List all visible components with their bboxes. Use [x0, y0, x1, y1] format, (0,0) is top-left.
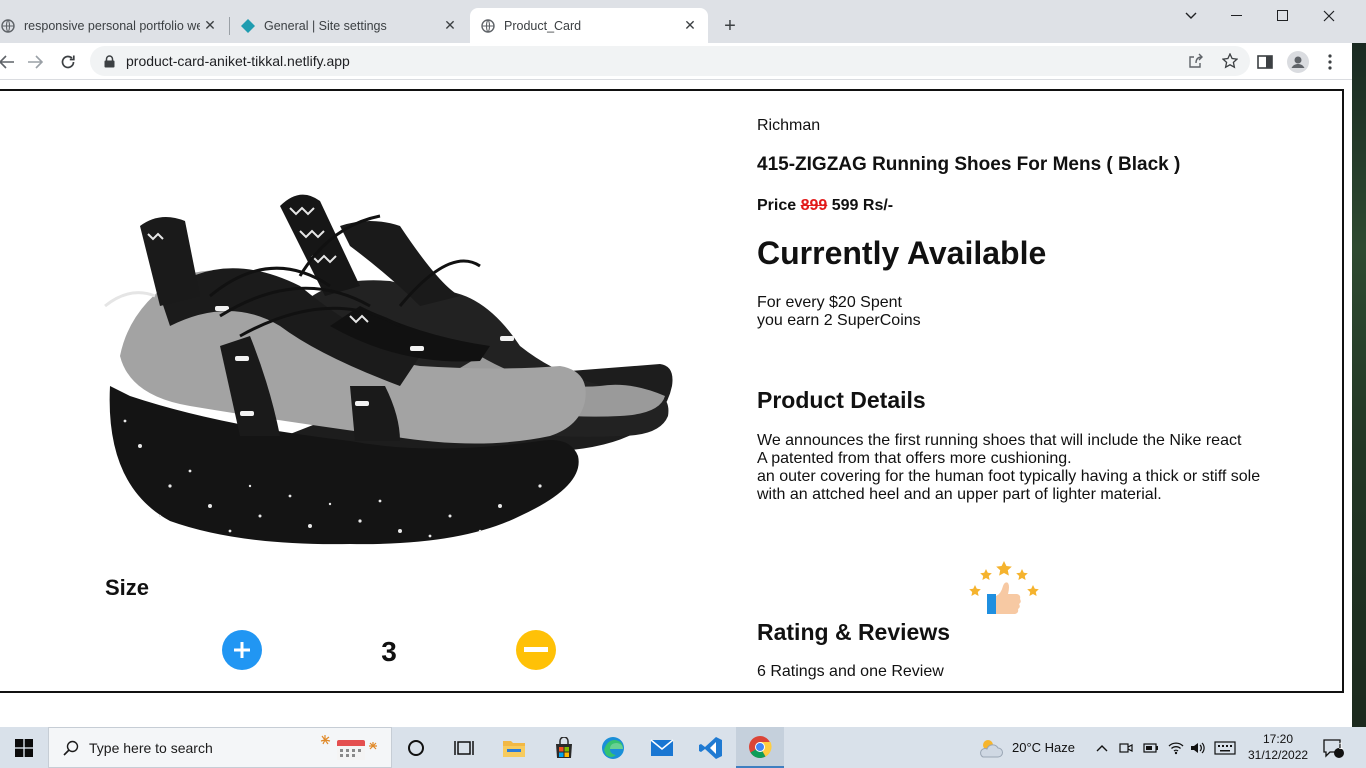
price-line: Price 899 599 Rs/- [757, 197, 893, 215]
back-arrow-icon[interactable] [0, 49, 20, 75]
battery-icon[interactable] [1143, 727, 1159, 768]
tab-search-chevron-icon[interactable] [1168, 0, 1214, 32]
browser-toolbar: product-card-aniket-tikkal.netlify.app [0, 43, 1352, 80]
globe-icon [0, 18, 16, 34]
forward-arrow-icon[interactable] [22, 49, 48, 75]
reload-icon[interactable] [55, 49, 81, 75]
close-window-icon[interactable] [1306, 0, 1352, 32]
side-panel-icon[interactable] [1254, 51, 1276, 73]
cortana-icon[interactable] [392, 727, 440, 768]
brand-name: Richman [757, 117, 821, 134]
windows-start-icon[interactable] [0, 727, 48, 768]
minimize-icon[interactable] [1214, 0, 1260, 32]
keyboard-icon[interactable] [1214, 727, 1236, 768]
address-bar[interactable]: product-card-aniket-tikkal.netlify.app [90, 46, 1250, 76]
chrome-icon[interactable] [736, 727, 784, 768]
thumbs-up-stars-icon [969, 561, 1039, 614]
availability-status: Currently Available [757, 235, 1047, 271]
notifications-icon[interactable]: 1 [1322, 727, 1344, 768]
calendar-fireworks-icon [320, 735, 377, 760]
tab-title: responsive personal portfolio we [24, 18, 200, 33]
file-explorer-icon[interactable] [490, 727, 538, 768]
coins-line: you earn 2 SuperCoins [757, 312, 921, 329]
mail-icon[interactable] [638, 727, 686, 768]
new-price: 599 Rs/- [831, 197, 894, 214]
details-line: We announces the first running shoes tha… [757, 432, 1242, 449]
desktop-background-strip [1352, 43, 1366, 727]
shoe-image [104, 194, 673, 545]
plus-icon [234, 642, 250, 658]
rating-summary: 6 Ratings and one Review [757, 663, 944, 680]
show-hidden-icons-icon[interactable] [1096, 727, 1108, 768]
meet-now-icon[interactable] [1119, 727, 1133, 768]
close-tab-icon[interactable]: ✕ [440, 16, 460, 36]
decrease-quantity-button[interactable] [516, 630, 556, 670]
more-menu-icon[interactable] [1319, 51, 1341, 73]
share-icon[interactable] [1186, 51, 1206, 71]
supercoins-info: For every $20 Spent you earn 2 SuperCoin… [757, 294, 921, 330]
quantity-value: 3 [381, 636, 397, 667]
cloud-sun-icon [980, 739, 1003, 757]
close-tab-icon[interactable]: ✕ [200, 16, 220, 36]
netlify-icon [240, 18, 256, 34]
tab-title: General | Site settings [264, 18, 387, 33]
wifi-icon[interactable] [1168, 727, 1184, 768]
bookmark-star-icon[interactable] [1220, 51, 1240, 71]
weather-text: 20°C Haze [1012, 740, 1076, 755]
details-line: with an attched heel and an upper part o… [757, 486, 1162, 503]
clock-time: 17:20 [1262, 732, 1294, 746]
taskbar-search-box[interactable]: Type here to search [48, 727, 392, 768]
page-viewport: Size 3 Richman 415-ZIGZAG Running Shoes … [0, 80, 1352, 727]
tab-site-settings[interactable]: General | Site settings ✕ [230, 8, 468, 43]
rating-reviews-heading: Rating & Reviews [757, 619, 950, 645]
url-text[interactable]: product-card-aniket-tikkal.netlify.app [126, 53, 350, 69]
browser-tab-bar: responsive personal portfolio we ✕ Gener… [0, 0, 1366, 43]
minus-icon [524, 647, 548, 652]
product-name: 415-ZIGZAG Running Shoes For Mens ( Blac… [757, 154, 1181, 175]
tab-title: Product_Card [504, 18, 582, 33]
price-label: Price [757, 197, 797, 214]
notification-count: 1 [1338, 741, 1344, 751]
new-tab-button[interactable]: + [718, 14, 742, 38]
volume-icon[interactable] [1190, 727, 1206, 768]
details-line: A patented from that offers more cushion… [757, 450, 1072, 467]
details-line: an outer covering for the human foot typ… [757, 468, 1261, 485]
lock-icon[interactable] [102, 54, 116, 68]
product-details-heading: Product Details [757, 387, 926, 413]
search-placeholder: Type here to search [89, 739, 213, 756]
product-details-text: We announces the first running shoes tha… [757, 432, 1260, 504]
clock-date: 31/12/2022 [1248, 748, 1309, 762]
task-view-icon[interactable] [440, 727, 488, 768]
microsoft-store-icon[interactable] [540, 727, 588, 768]
windows-taskbar: Type here to search 20°C Haze 17:20 31/1… [0, 727, 1366, 768]
old-price: 899 [800, 197, 828, 214]
edge-browser-icon[interactable] [589, 727, 637, 768]
profile-avatar-icon[interactable] [1287, 51, 1309, 73]
weather-widget[interactable]: 20°C Haze [978, 727, 1075, 768]
search-icon [61, 738, 81, 758]
increase-quantity-button[interactable] [222, 630, 262, 670]
product-card: Size 3 Richman 415-ZIGZAG Running Shoes … [0, 89, 1344, 693]
size-heading: Size [105, 575, 150, 600]
close-tab-icon[interactable]: ✕ [680, 16, 700, 36]
vscode-icon[interactable] [687, 727, 735, 768]
globe-icon [480, 18, 496, 34]
system-clock[interactable]: 17:20 31/12/2022 [1248, 731, 1308, 763]
coins-line: For every $20 Spent [757, 294, 902, 311]
maximize-icon[interactable] [1260, 0, 1306, 32]
tab-product-card[interactable]: Product_Card ✕ [470, 8, 708, 43]
tab-portfolio[interactable]: responsive personal portfolio we ✕ [0, 8, 228, 43]
